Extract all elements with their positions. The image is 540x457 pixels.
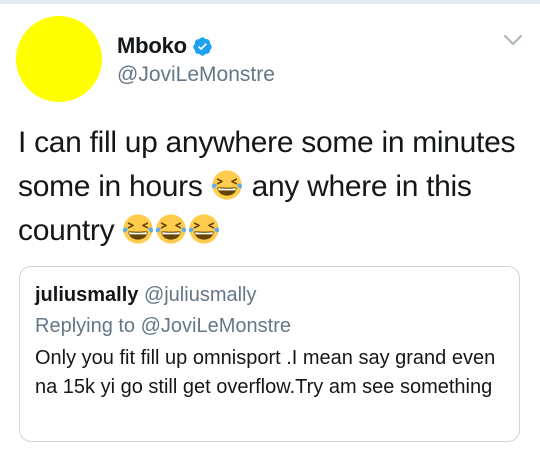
quoted-tweet-text: Only you fit fill up omnisport .I mean s… — [35, 347, 496, 398]
replying-to-label: Replying to — [35, 315, 136, 337]
grinning-squinting-face-with-tears-icon — [123, 214, 154, 244]
quoted-author-name: juliusmally — [35, 284, 139, 306]
quoted-author-handle: @juliusmally — [143, 284, 257, 306]
grinning-squinting-face-with-tears-icon — [189, 214, 220, 244]
grinning-squinting-face-with-tears-icon — [156, 214, 187, 244]
quoted-tweet-card[interactable]: juliusmally @juliusmally Replying to @Jo… — [19, 266, 520, 442]
quoted-tweet-header: juliusmally @juliusmally — [35, 284, 257, 307]
tweet-text: I can fill up anywhere some in minutes s… — [18, 121, 523, 253]
replying-to-handle: @JoviLeMonstre — [140, 315, 291, 337]
tweet-header: Mboko @JoviLeMonstre — [117, 33, 275, 87]
chevron-down-icon[interactable] — [502, 33, 524, 47]
name-row: Mboko — [117, 33, 275, 59]
author-handle[interactable]: @JoviLeMonstre — [117, 63, 275, 87]
avatar[interactable] — [16, 16, 102, 102]
grinning-squinting-face-with-tears-icon — [211, 170, 242, 200]
replying-to-line: Replying to @JoviLeMonstre — [35, 315, 291, 338]
verified-badge-icon — [193, 36, 212, 56]
author-display-name[interactable]: Mboko — [117, 33, 187, 59]
top-divider — [0, 0, 540, 4]
